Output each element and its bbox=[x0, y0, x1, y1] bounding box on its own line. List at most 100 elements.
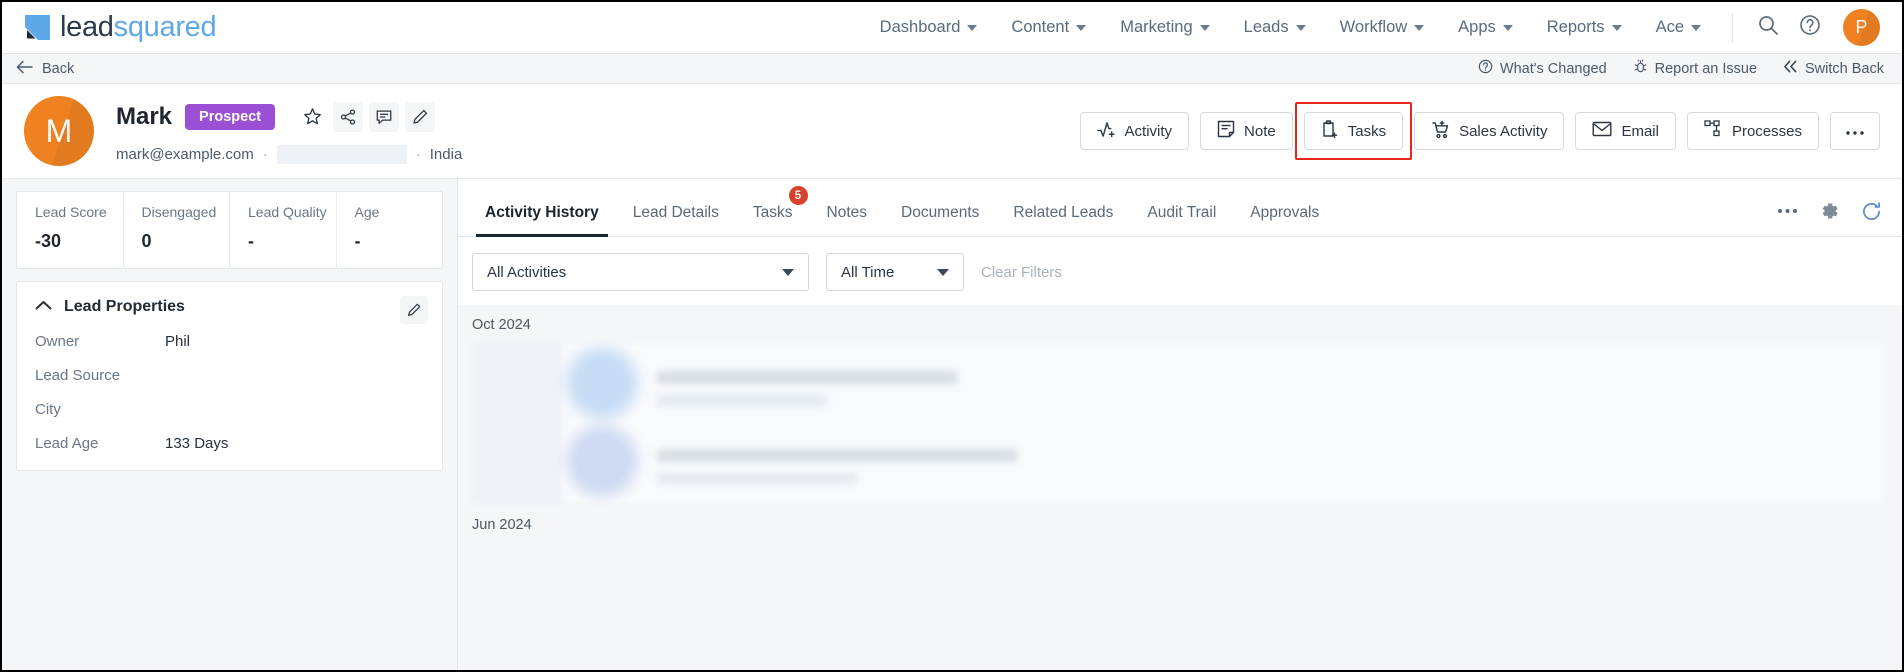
tab-tools bbox=[1772, 196, 1886, 236]
tab-label: Tasks bbox=[752, 204, 793, 221]
nav-item-apps[interactable]: Apps bbox=[1441, 12, 1530, 43]
time-range-select[interactable]: All Time bbox=[826, 253, 964, 291]
lead-properties-card: Lead Properties Owner Phil Lead Source C… bbox=[16, 281, 443, 471]
edit-pencil-icon[interactable] bbox=[400, 296, 428, 324]
metric-label: Lead Quality bbox=[248, 204, 327, 220]
help-button[interactable] bbox=[1789, 7, 1831, 49]
lead-detail-panel: Activity History Lead Details Tasks 5 No… bbox=[457, 179, 1902, 670]
metric-value: 0 bbox=[141, 231, 152, 251]
tab-tasks[interactable]: Tasks 5 bbox=[736, 186, 810, 236]
user-avatar[interactable]: P bbox=[1843, 9, 1880, 46]
nav-label-dashboard: Dashboard bbox=[879, 18, 961, 36]
activity-button[interactable]: Activity bbox=[1079, 112, 1190, 150]
nav-item-reports[interactable]: Reports bbox=[1530, 12, 1639, 43]
refresh-icon[interactable] bbox=[1856, 196, 1886, 226]
nav-item-leads[interactable]: Leads bbox=[1227, 12, 1323, 43]
nav-item-workflow[interactable]: Workflow bbox=[1323, 12, 1442, 43]
activity-month-header: Oct 2024 bbox=[472, 317, 531, 333]
activity-feed[interactable]: Oct 2024 Jun 2024 bbox=[458, 305, 1902, 670]
lead-name: Mark bbox=[116, 102, 173, 130]
nav-item-ace[interactable]: Ace bbox=[1639, 12, 1718, 43]
sales-activity-button[interactable]: Sales Activity bbox=[1414, 112, 1565, 150]
note-button[interactable]: Note bbox=[1200, 112, 1293, 150]
process-nodes-icon bbox=[1704, 120, 1723, 142]
tab-audit-trail[interactable]: Audit Trail bbox=[1130, 204, 1233, 236]
switch-back-label: Switch Back bbox=[1805, 60, 1884, 77]
lead-properties-header[interactable]: Lead Properties bbox=[35, 298, 422, 316]
processes-button[interactable]: Processes bbox=[1686, 112, 1819, 150]
lead-metrics-card: Lead Score -30 Disengaged 0 Lead Quality… bbox=[16, 191, 443, 269]
report-issue-link[interactable]: Report an Issue bbox=[1633, 59, 1757, 78]
envelope-icon bbox=[1592, 121, 1612, 141]
back-label: Back bbox=[42, 60, 75, 77]
nav-item-dashboard[interactable]: Dashboard bbox=[863, 12, 995, 43]
tab-badge-count: 5 bbox=[788, 186, 808, 205]
star-icon[interactable] bbox=[297, 102, 327, 132]
tab-documents[interactable]: Documents bbox=[884, 204, 996, 236]
chevron-down-icon bbox=[782, 268, 794, 276]
clear-filters-button[interactable]: Clear Filters bbox=[981, 264, 1062, 281]
more-horizontal-icon[interactable] bbox=[1772, 196, 1802, 226]
property-row-owner: Owner Phil bbox=[35, 333, 422, 350]
search-button[interactable] bbox=[1747, 7, 1789, 49]
nav-label-workflow: Workflow bbox=[1339, 18, 1408, 36]
metric-value: - bbox=[354, 231, 361, 251]
tasks-button[interactable]: Tasks bbox=[1303, 112, 1404, 150]
tab-related-leads[interactable]: Related Leads bbox=[996, 204, 1130, 236]
more-actions-button[interactable] bbox=[1830, 112, 1880, 150]
logo-word-squared: squared bbox=[113, 11, 217, 43]
tab-lead-details[interactable]: Lead Details bbox=[616, 204, 736, 236]
chevron-down-icon bbox=[1199, 24, 1210, 31]
tasks-button-highlight: Tasks bbox=[1294, 102, 1413, 160]
tab-label: Approvals bbox=[1250, 204, 1320, 221]
top-nav-utilities: P bbox=[1724, 7, 1902, 49]
metric-label: Age bbox=[354, 204, 380, 220]
activity-entry-group[interactable] bbox=[472, 343, 1884, 503]
nav-item-content[interactable]: Content bbox=[994, 12, 1103, 43]
nav-label-apps: Apps bbox=[1458, 18, 1496, 36]
lead-country: India bbox=[429, 145, 463, 163]
chevron-up-icon bbox=[35, 298, 52, 316]
metric-disengaged: Disengaged 0 bbox=[124, 192, 230, 268]
activity-add-icon bbox=[1096, 121, 1116, 142]
property-key: Lead Age bbox=[35, 435, 99, 452]
metric-age: Age - bbox=[337, 192, 443, 268]
switch-back-link[interactable]: Switch Back bbox=[1783, 60, 1884, 77]
lead-email: mark@example.com bbox=[116, 145, 254, 163]
tab-notes[interactable]: Notes bbox=[810, 204, 885, 236]
metric-label: Lead Score bbox=[35, 204, 107, 220]
metric-label: Disengaged bbox=[141, 204, 217, 220]
activity-type-select[interactable]: All Activities bbox=[472, 253, 809, 291]
metric-value: - bbox=[248, 231, 254, 251]
more-horizontal-icon bbox=[1845, 123, 1865, 140]
edit-pencil-icon[interactable] bbox=[405, 101, 436, 132]
whats-changed-label: What's Changed bbox=[1499, 60, 1607, 77]
email-button[interactable]: Email bbox=[1575, 112, 1676, 150]
share-icon[interactable] bbox=[333, 101, 364, 132]
chevron-down-icon bbox=[1691, 24, 1701, 31]
tab-activity-history[interactable]: Activity History bbox=[468, 204, 616, 237]
property-key: City bbox=[35, 401, 61, 418]
metric-lead-quality: Lead Quality - bbox=[230, 192, 337, 268]
detail-tabs: Activity History Lead Details Tasks 5 No… bbox=[458, 179, 1902, 237]
leadsquared-logo[interactable]: leadsquared bbox=[24, 11, 217, 44]
leadsquared-logo-icon bbox=[24, 14, 51, 41]
activity-month-header-next: Jun 2024 bbox=[472, 517, 532, 533]
main-menu: Dashboard Content Marketing Leads Workfl… bbox=[863, 12, 1718, 43]
tab-approvals[interactable]: Approvals bbox=[1233, 204, 1336, 236]
redacted-phone bbox=[276, 144, 407, 164]
comment-icon[interactable] bbox=[369, 101, 400, 132]
lead-identity: Mark Prospect mark@example.com · · India bbox=[116, 99, 462, 164]
nav-label-marketing: Marketing bbox=[1120, 18, 1193, 36]
metric-value: -30 bbox=[35, 231, 62, 251]
back-button[interactable]: Back bbox=[16, 60, 74, 78]
tab-label: Documents bbox=[901, 204, 980, 221]
nav-item-marketing[interactable]: Marketing bbox=[1103, 12, 1226, 43]
gear-icon[interactable] bbox=[1814, 196, 1844, 226]
chevron-down-icon bbox=[1611, 24, 1622, 31]
lead-header: M Mark Prospect mark@example.com · · Ind… bbox=[2, 84, 1902, 179]
activity-type-value: All Activities bbox=[487, 263, 567, 281]
whats-changed-link[interactable]: What's Changed bbox=[1478, 59, 1607, 78]
cart-add-icon bbox=[1431, 120, 1450, 143]
activity-label: Activity bbox=[1124, 122, 1173, 140]
